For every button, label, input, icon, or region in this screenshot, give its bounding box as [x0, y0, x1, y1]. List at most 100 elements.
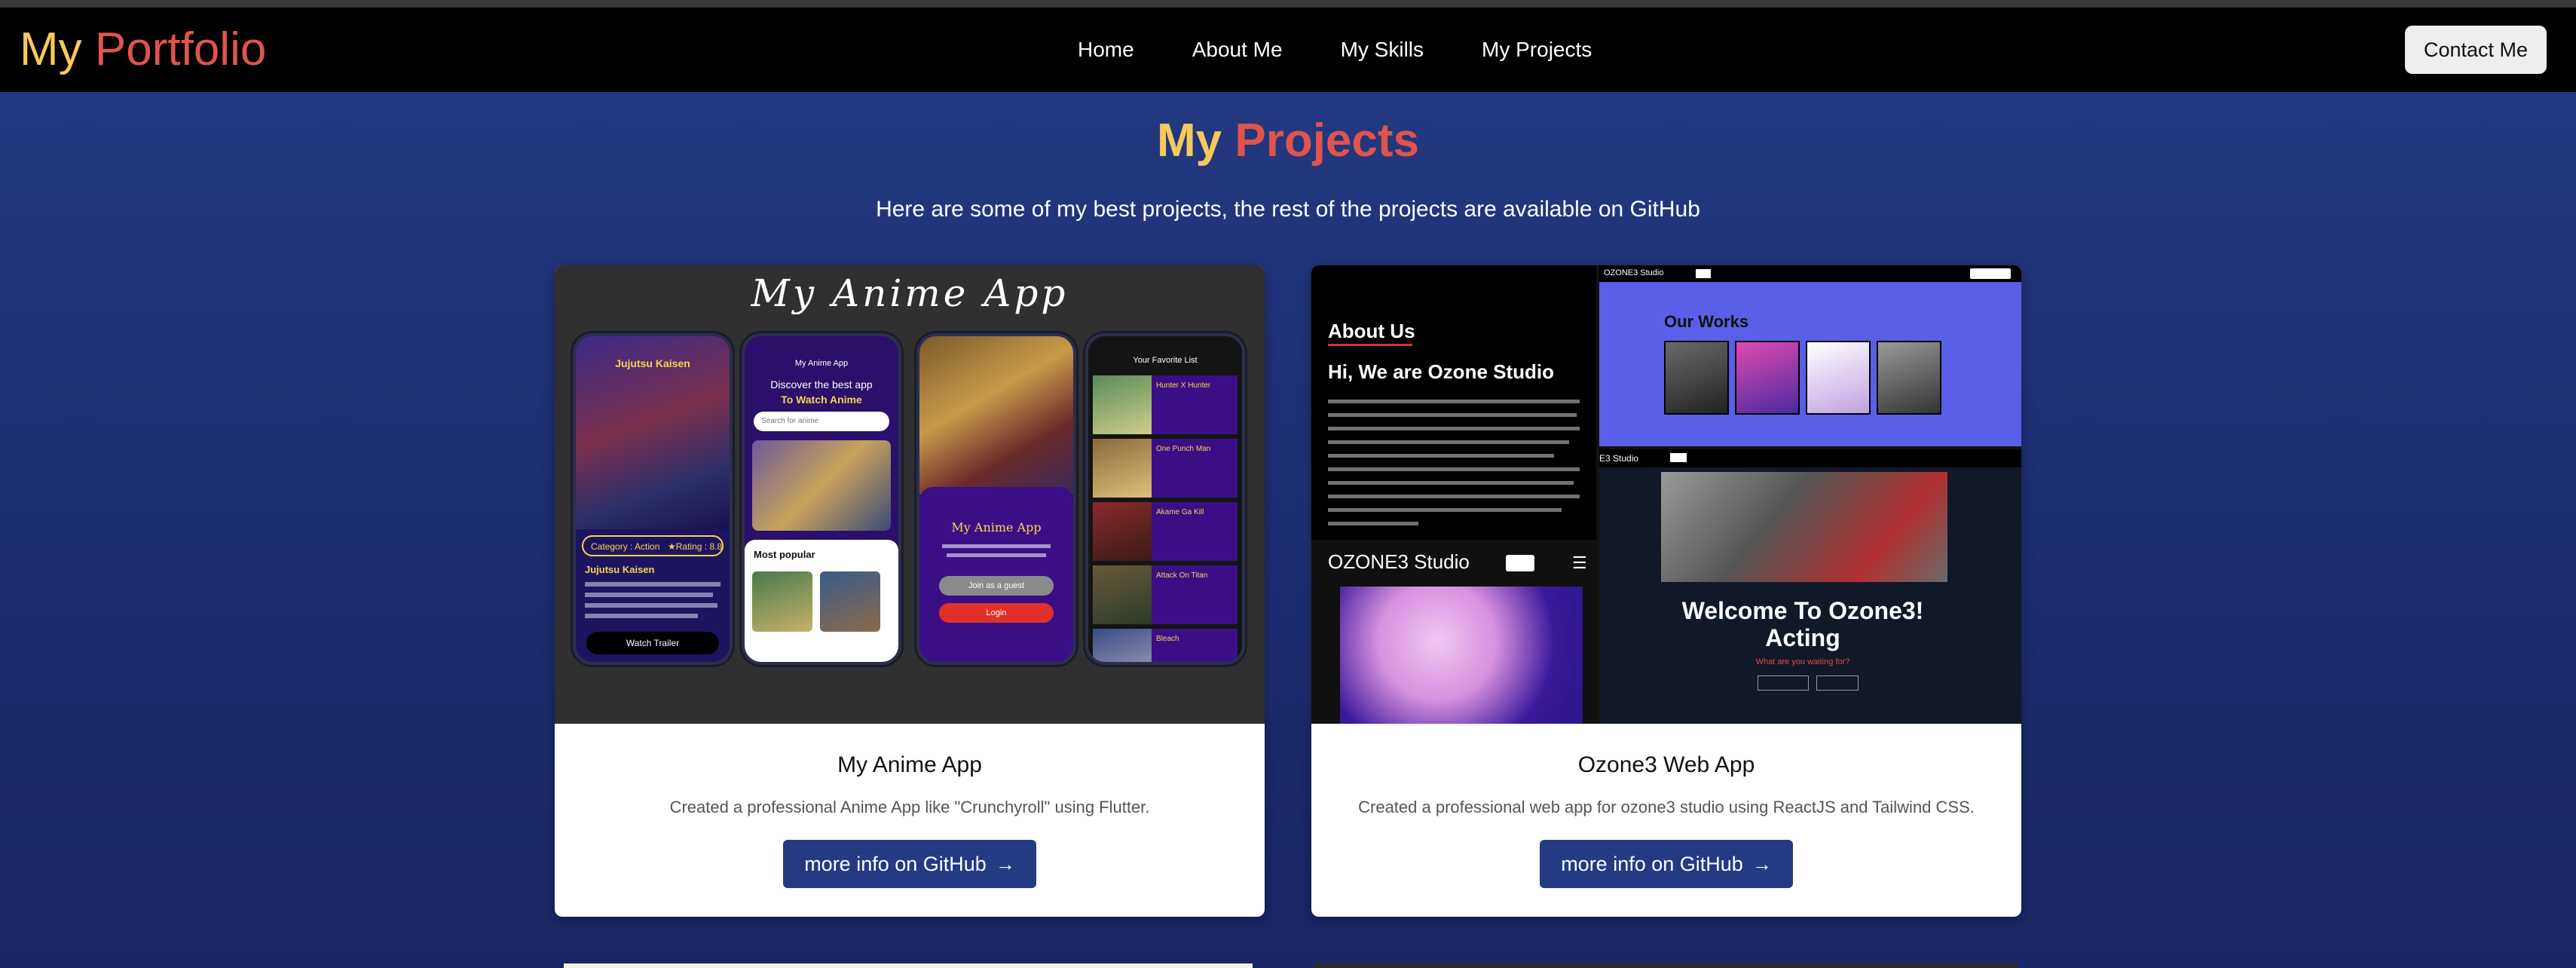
phone3-guest-button: Join as a guest	[939, 576, 1054, 596]
text-line	[585, 614, 698, 618]
phone3-login-button: Login	[939, 603, 1054, 623]
project-thumbnail-anime-app[interactable]: My Anime App Jujutsu Kaisen Category : A…	[555, 265, 1265, 724]
about-underline	[1328, 344, 1412, 346]
work-thumb	[1664, 341, 1729, 415]
work-thumb	[1735, 341, 1800, 415]
project-title: My Anime App	[837, 752, 982, 777]
arrow-right-icon: →	[1751, 852, 1772, 875]
next-project-card-top	[564, 963, 1253, 968]
work-thumb	[1806, 341, 1871, 415]
phone2-line1: Discover the best app	[770, 378, 873, 391]
favorite-thumb	[1093, 502, 1152, 561]
phone2-search-box: Search for anime	[754, 412, 889, 431]
phone1-rating: ★Rating : 8.8	[668, 541, 723, 552]
featured-anime-image	[752, 440, 891, 531]
favorite-item: Bleach	[1093, 629, 1238, 662]
mini-button	[1816, 675, 1859, 691]
nav-links: Home About Me My Skills My Projects	[1078, 8, 1650, 92]
favorite-title: One Punch Man	[1156, 445, 1211, 453]
mini-brand: OZONE3 Studio	[1604, 268, 1664, 277]
phone-mockup-details: Jujutsu Kaisen Category : Action ★Rating…	[573, 333, 733, 665]
brand-logo[interactable]: My Portfolio	[20, 21, 266, 78]
thumbnail-heading: My Anime App	[751, 271, 1069, 315]
anime-collage-image	[919, 336, 1073, 495]
favorite-item: Akame Ga Kill	[1093, 502, 1238, 561]
github-button[interactable]: more info on GitHub →	[1540, 840, 1793, 888]
phone3-login-label: Login	[986, 608, 1007, 617]
text-line	[1328, 522, 1418, 525]
toggle-badge	[1670, 453, 1687, 462]
phone1-trailer-label: Watch Trailer	[626, 638, 680, 648]
toggle-badge	[1506, 555, 1534, 571]
text-line	[585, 603, 717, 608]
github-button-label: more info on GitHub	[1561, 852, 1743, 875]
navbar: My Portfolio Home About Me My Skills My …	[0, 8, 2576, 92]
phone-mockup-home: My Anime App Discover the best app To Wa…	[742, 333, 901, 665]
work-thumb	[1877, 341, 1941, 415]
favorite-thumb	[1093, 565, 1152, 624]
favorite-item: Attack On Titan	[1093, 565, 1238, 624]
contact-me-button[interactable]: Contact Me	[2405, 26, 2547, 74]
phone2-line2: To Watch Anime	[781, 394, 862, 406]
text-line	[585, 582, 720, 587]
about-heading: Hi, We are Ozone Studio	[1328, 360, 1555, 383]
welcome-subtext: What are you waiting for?	[1755, 657, 1850, 666]
window-top-strip	[0, 0, 2576, 8]
phone2-search-placeholder: Search for anime	[761, 417, 819, 425]
phone3-guest-label: Join as a guest	[968, 581, 1024, 590]
section-title-second: Projects	[1234, 115, 1420, 167]
project-card-ozone3-web-app: About Us Hi, We are Ozone Studio OZONE3 …	[1311, 265, 2021, 917]
github-button-label: more info on GitHub	[804, 852, 987, 875]
project-title: Ozone3 Web App	[1577, 752, 1755, 777]
favorite-title: Hunter X Hunter	[1156, 381, 1211, 390]
nav-home[interactable]: Home	[1078, 38, 1134, 62]
favorite-thumb	[1093, 629, 1152, 662]
section-title: My Projects	[0, 112, 2576, 170]
github-button[interactable]: more info on GitHub →	[783, 840, 1036, 888]
text-line	[1328, 440, 1569, 444]
phone2-popular-panel: Most popular	[745, 540, 898, 662]
phone3-title: My Anime App	[951, 520, 1042, 535]
text-line	[1328, 508, 1562, 512]
mini-brand: E3 Studio	[1599, 453, 1639, 464]
phone1-trailer-button: Watch Trailer	[586, 632, 719, 654]
phone2-popular-label: Most popular	[754, 549, 815, 560]
works-heading: Our Works	[1664, 312, 1749, 331]
text-line	[1328, 481, 1574, 485]
text-line	[1328, 400, 1580, 403]
nav-my-skills[interactable]: My Skills	[1341, 38, 1424, 62]
nav-about-me[interactable]: About Me	[1192, 38, 1283, 62]
mobile-studio-panel: OZONE3 Studio ☰	[1311, 543, 1596, 724]
logo-first: My	[20, 23, 82, 75]
text-line	[1328, 413, 1577, 417]
text-line	[1328, 467, 1580, 471]
mini-navbar: E3 Studio	[1599, 449, 2021, 467]
section-subtitle: Here are some of my best projects, the r…	[876, 197, 1700, 222]
popular-anime-thumb	[820, 571, 880, 632]
hero-image	[1661, 472, 1947, 582]
phone1-name: Jujutsu Kaisen	[585, 564, 655, 575]
welcome-line1: Welcome To Ozone3!	[1681, 597, 1924, 624]
phone1-title: Jujutsu Kaisen	[615, 357, 690, 369]
phone1-category: Category : Action	[591, 541, 660, 552]
nav-my-projects[interactable]: My Projects	[1482, 38, 1592, 62]
mini-contact-button	[1970, 268, 2011, 279]
welcome-line2: Acting	[1765, 624, 1840, 651]
toggle-badge	[1696, 269, 1711, 278]
favorite-item: Hunter X Hunter	[1093, 375, 1238, 434]
our-works-panel: OZONE3 Studio Our Works	[1599, 265, 2021, 446]
text-line	[1328, 495, 1580, 498]
phone-mockup-login: My Anime App Join as a guest Login	[916, 333, 1076, 665]
phone2-header: My Anime App	[794, 359, 849, 368]
favorite-thumb	[1093, 439, 1152, 498]
studio-name: OZONE3 Studio	[1328, 550, 1470, 573]
logo-second: Portfolio	[94, 23, 267, 75]
favorite-thumb	[1093, 375, 1152, 434]
project-thumbnail-ozone3[interactable]: About Us Hi, We are Ozone Studio OZONE3 …	[1311, 265, 2021, 724]
about-us-label: About Us	[1328, 320, 1415, 342]
text-line	[1328, 454, 1554, 458]
favorite-title: Akame Ga Kill	[1156, 508, 1204, 516]
section-title-first: My	[1156, 115, 1222, 167]
text-line	[947, 553, 1046, 557]
artist-illustration	[1340, 587, 1583, 724]
